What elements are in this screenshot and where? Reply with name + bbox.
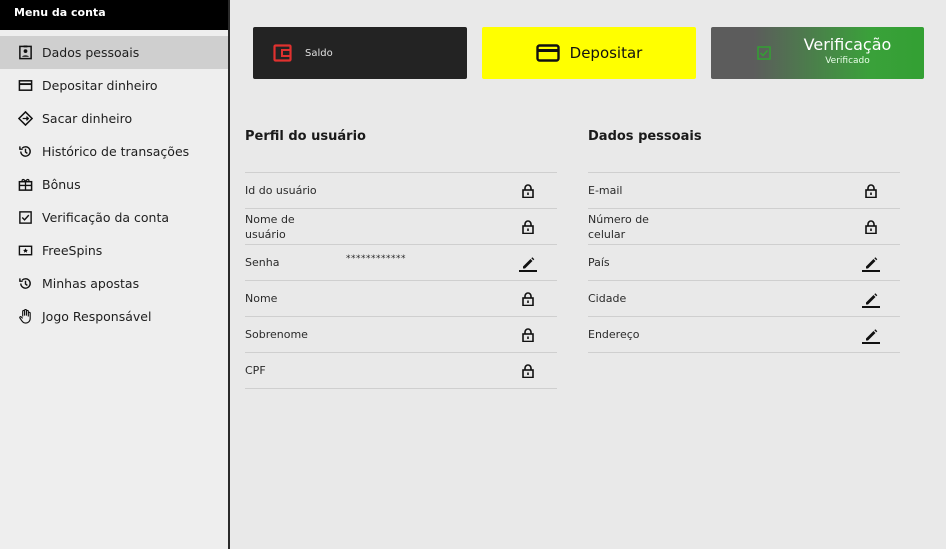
sidebar-item-label: Sacar dinheiro (42, 111, 133, 126)
checkbox-icon (17, 210, 33, 226)
password-value: ************ (346, 254, 406, 264)
sidebar-item-minhas-apostas[interactable]: Minhas apostas (0, 267, 228, 300)
sidebar-item-label: Bônus (42, 177, 81, 192)
sidebar-item-dados-pessoais[interactable]: Dados pessoais (0, 36, 228, 69)
verification-text: Verificação Verificado (711, 36, 924, 68)
personal-row-phone: Número de celular (588, 209, 900, 245)
sidebar-item-label: Histórico de transações (42, 144, 190, 159)
sidebar-header: Menu da conta (0, 0, 228, 30)
edit-pencil-icon[interactable] (519, 254, 537, 272)
profile-row-user-id: Id do usuário (245, 173, 557, 209)
profile-row-username: Nome de usuário (245, 209, 557, 245)
profile-row-last-name: Sobrenome (245, 317, 557, 353)
field-label: E-mail (588, 184, 623, 197)
account-sidebar: Menu da conta Dados pessoais Depositar d… (0, 0, 230, 549)
verification-card[interactable]: Verificação Verificado (711, 27, 924, 79)
credit-card-icon (535, 44, 560, 62)
deposit-button[interactable]: Depositar (482, 27, 696, 79)
field-label: Nome de usuário (245, 212, 295, 241)
deposit-label: Depositar (569, 44, 643, 62)
id-badge-icon (17, 45, 33, 61)
profile-row-password: Senha ************ (245, 245, 557, 281)
profile-row-first-name: Nome (245, 281, 557, 317)
lock-icon (519, 362, 537, 380)
gift-icon (17, 177, 33, 193)
personal-row-address: Endereço (588, 317, 900, 353)
sidebar-item-depositar-dinheiro[interactable]: Depositar dinheiro (0, 69, 228, 102)
personal-row-city: Cidade (588, 281, 900, 317)
lock-icon (862, 182, 880, 200)
verification-status: Verificado (825, 56, 870, 66)
wallet-icon (273, 44, 293, 62)
withdraw-diamond-icon (17, 111, 33, 127)
sidebar-item-jogo-responsavel[interactable]: Jogo Responsável (0, 300, 228, 333)
personal-row-country: País (588, 245, 900, 281)
sidebar-item-label: Depositar dinheiro (42, 78, 158, 93)
section-title: Dados pessoais (588, 129, 900, 173)
history-icon (17, 276, 33, 292)
field-label: Número de celular (588, 212, 649, 241)
sidebar-menu: Dados pessoais Depositar dinheiro Sacar … (0, 36, 228, 333)
field-label: País (588, 256, 610, 269)
field-label: Sobrenome (245, 328, 308, 341)
profile-row-cpf: CPF (245, 353, 557, 389)
lock-icon (519, 290, 537, 308)
sidebar-item-label: Minhas apostas (42, 276, 140, 291)
lock-icon (519, 218, 537, 236)
sidebar-item-verificacao-conta[interactable]: Verificação da conta (0, 201, 228, 234)
edit-pencil-icon[interactable] (862, 290, 880, 308)
section-title: Perfil do usuário (245, 129, 557, 173)
ticket-icon (17, 243, 33, 259)
history-icon (17, 144, 33, 160)
balance-label: Saldo (305, 47, 333, 59)
lock-icon (862, 218, 880, 236)
verification-title: Verificação (803, 35, 892, 54)
sidebar-item-bonus[interactable]: Bônus (0, 168, 228, 201)
field-label: Senha (245, 256, 280, 269)
sidebar-item-label: FreeSpins (42, 243, 103, 258)
field-label: CPF (245, 364, 266, 377)
edit-pencil-icon[interactable] (862, 254, 880, 272)
sidebar-item-freespins[interactable]: FreeSpins (0, 234, 228, 267)
balance-card[interactable]: Saldo (253, 27, 467, 79)
edit-pencil-icon[interactable] (862, 326, 880, 344)
field-label: Cidade (588, 292, 627, 305)
lock-icon (519, 326, 537, 344)
field-label: Endereço (588, 328, 640, 341)
sidebar-item-historico-transacoes[interactable]: Histórico de transações (0, 135, 228, 168)
user-profile-section: Perfil do usuário Id do usuário Nome de … (245, 125, 557, 389)
sidebar-item-label: Jogo Responsável (42, 309, 152, 324)
sidebar-item-sacar-dinheiro[interactable]: Sacar dinheiro (0, 102, 228, 135)
sidebar-item-label: Dados pessoais (42, 45, 140, 60)
hand-icon (17, 309, 33, 325)
field-label: Id do usuário (245, 184, 317, 197)
personal-data-section: Dados pessoais E-mail Número de celular … (588, 125, 900, 353)
sidebar-item-label: Verificação da conta (42, 210, 170, 225)
lock-icon (519, 182, 537, 200)
field-label: Nome (245, 292, 278, 305)
credit-card-icon (17, 78, 33, 94)
personal-row-email: E-mail (588, 173, 900, 209)
